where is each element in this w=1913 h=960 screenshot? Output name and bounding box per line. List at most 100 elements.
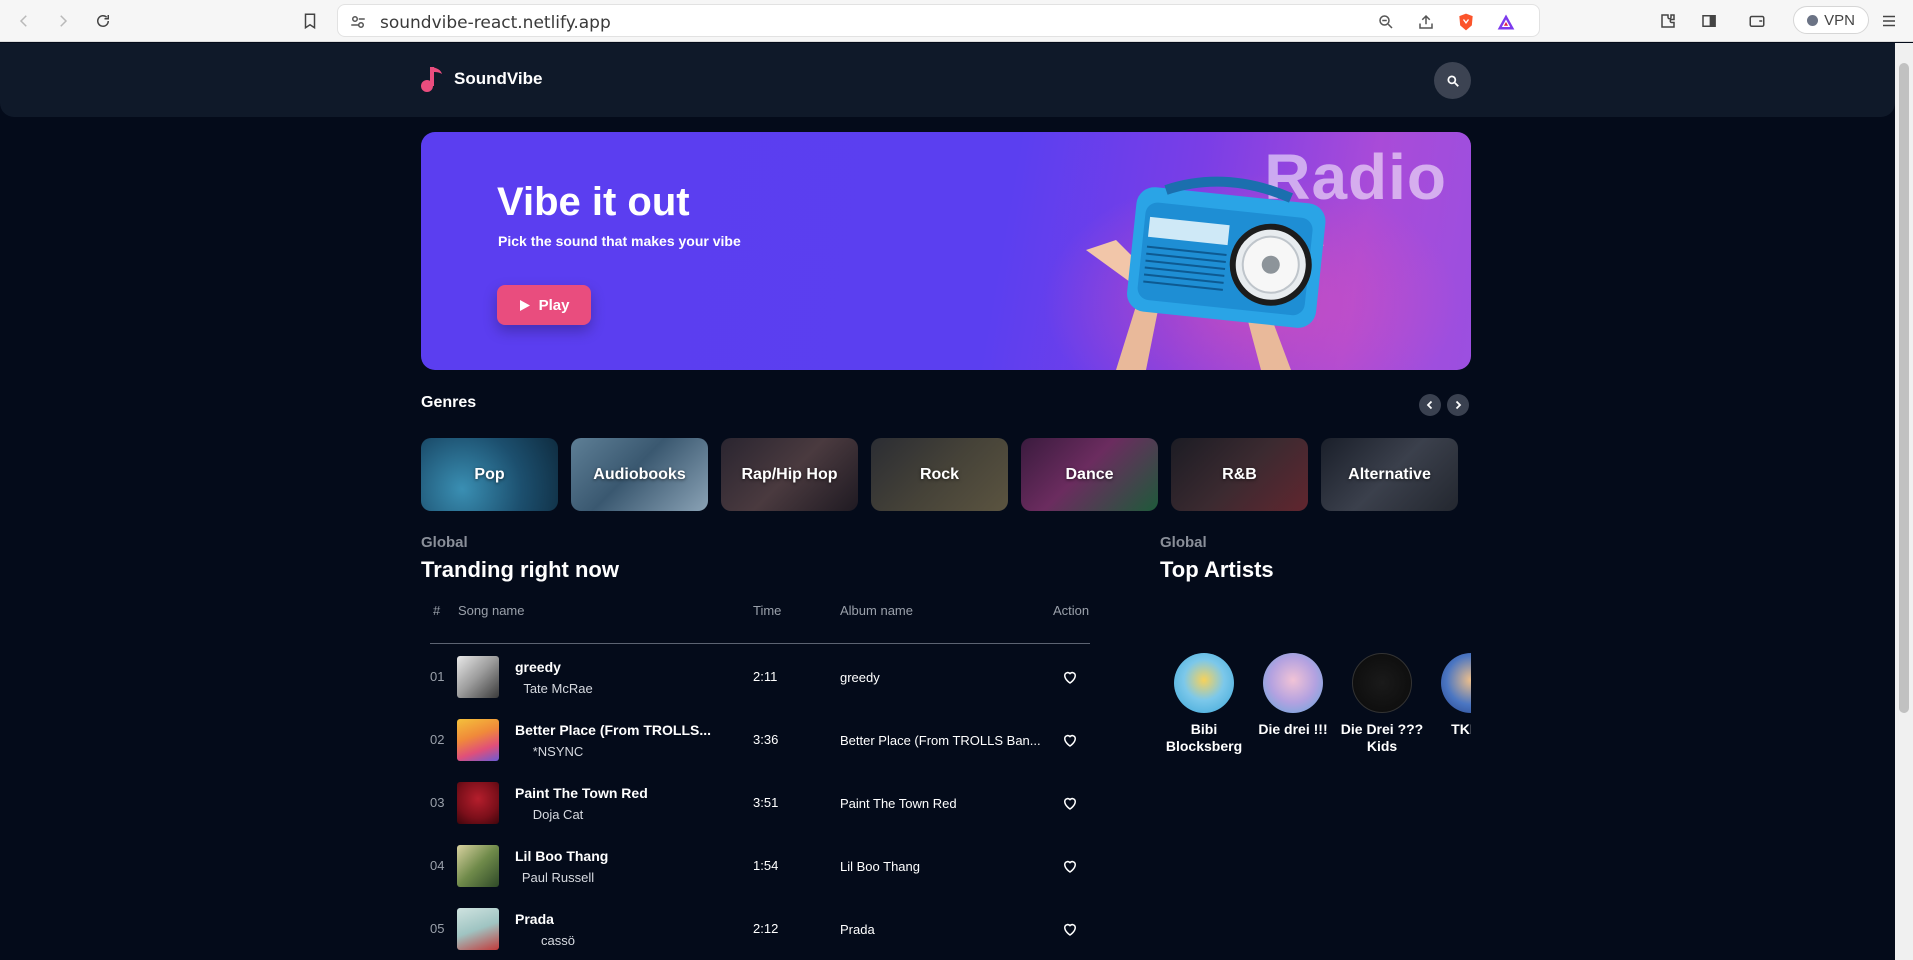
top-artists-carousel: Bibi Blocksberg Die drei !!! Die Drei ??… — [1161, 653, 1471, 763]
extensions-icon[interactable] — [1656, 9, 1680, 33]
track-number: 03 — [430, 795, 445, 810]
heart-icon[interactable] — [1061, 794, 1079, 812]
genres-next-button[interactable] — [1447, 394, 1469, 416]
table-header: # Song name Time Album name Action — [421, 603, 1101, 623]
table-row[interactable]: 01 greedy Tate McRae 2:11 greedy — [421, 652, 1101, 702]
logo-text: SoundVibe — [454, 69, 543, 88]
album-cover — [457, 719, 499, 761]
genre-card-pop[interactable]: Pop — [421, 438, 558, 511]
col-action: Action — [1053, 603, 1090, 618]
track-title[interactable]: greedy — [515, 659, 561, 675]
heart-icon[interactable] — [1061, 731, 1079, 749]
track-artist[interactable]: Paul Russell — [515, 870, 601, 885]
table-row[interactable]: 03 Paint The Town Red Doja Cat 3:51 Pain… — [421, 778, 1101, 828]
track-time: 3:36 — [753, 732, 779, 747]
chevron-left-icon — [1426, 400, 1433, 410]
track-album[interactable]: Better Place (From TROLLS Ban... — [840, 733, 1041, 748]
track-title[interactable]: Prada — [515, 911, 554, 927]
artist-name: TKKG — [1451, 721, 1471, 737]
page-scrollbar[interactable] — [1895, 43, 1913, 960]
music-note-icon — [421, 67, 442, 92]
scrollbar-thumb[interactable] — [1899, 63, 1909, 713]
track-artist[interactable]: Tate McRae — [515, 681, 601, 696]
track-album[interactable]: Prada — [840, 922, 875, 937]
genre-label: Rock — [919, 465, 960, 483]
reload-icon[interactable] — [91, 9, 115, 33]
track-artist[interactable]: cassö — [515, 933, 601, 948]
genre-label: Pop — [474, 465, 505, 483]
vpn-button[interactable]: VPN — [1793, 6, 1869, 34]
track-album[interactable]: greedy — [840, 670, 880, 685]
track-artist[interactable]: *NSYNC — [515, 744, 601, 759]
col-time[interactable]: Time — [753, 603, 781, 618]
brave-rewards-icon[interactable] — [1496, 12, 1516, 32]
wallet-icon[interactable] — [1745, 9, 1769, 33]
track-number: 01 — [430, 669, 445, 684]
sidebar-icon[interactable] — [1697, 9, 1721, 33]
radio-illustration — [1086, 176, 1326, 370]
hero-subtitle: Pick the sound that makes your vibe — [498, 233, 741, 249]
artist-card[interactable]: Die Drei ??? Kids — [1339, 653, 1425, 755]
track-album[interactable]: Lil Boo Thang — [840, 859, 920, 874]
back-icon[interactable] — [12, 9, 36, 33]
track-time: 3:51 — [753, 795, 779, 810]
artist-card[interactable]: Die drei !!! — [1250, 653, 1336, 738]
app-header: SoundVibe — [0, 43, 1895, 117]
track-number: 04 — [430, 858, 445, 873]
track-time: 2:12 — [753, 921, 779, 936]
play-icon — [519, 299, 530, 311]
track-number: 02 — [430, 732, 445, 747]
artists-eyebrow: Global — [1160, 534, 1207, 551]
genre-card-rnb[interactable]: R&B — [1171, 438, 1308, 511]
brave-shield-icon[interactable] — [1456, 12, 1476, 32]
zoom-icon[interactable] — [1376, 12, 1396, 32]
url-text[interactable]: soundvibe-react.netlify.app — [380, 13, 611, 33]
address-bar[interactable]: soundvibe-react.netlify.app — [337, 4, 1540, 37]
genre-label: Alternative — [1348, 465, 1431, 483]
table-row[interactable]: 05 Prada cassö 2:12 Prada — [421, 904, 1101, 954]
hero-title: Vibe it out — [497, 180, 690, 224]
genres-prev-button[interactable] — [1419, 394, 1441, 416]
genre-card-audiobooks[interactable]: Audiobooks — [571, 438, 708, 511]
forward-icon[interactable] — [51, 9, 75, 33]
genre-card-rock[interactable]: Rock — [871, 438, 1008, 511]
artist-name: Die drei !!! — [1258, 721, 1328, 737]
app-logo[interactable]: SoundVibe — [420, 65, 542, 93]
track-title[interactable]: Paint The Town Red — [515, 785, 648, 801]
play-label: Play — [538, 296, 570, 314]
search-button[interactable] — [1434, 62, 1471, 99]
track-title[interactable]: Better Place (From TROLLS... — [515, 722, 711, 738]
artist-name: Die Drei ??? Kids — [1340, 721, 1424, 754]
artist-card[interactable]: Bibi Blocksberg — [1161, 653, 1247, 755]
genre-card-alternative[interactable]: Alternative — [1321, 438, 1458, 511]
genres-heading: Genres — [421, 394, 477, 411]
vpn-label: VPN — [1824, 11, 1855, 29]
genre-carousel: Pop Audiobooks Rap/Hip Hop Rock Dance R&… — [421, 438, 1458, 511]
track-number: 05 — [430, 921, 445, 936]
track-artist[interactable]: Doja Cat — [515, 807, 601, 822]
genre-label: Audiobooks — [593, 465, 686, 483]
site-settings-icon[interactable] — [348, 12, 368, 32]
artist-card[interactable]: TKKG — [1428, 653, 1471, 738]
play-button[interactable]: Play — [497, 285, 591, 325]
genre-card-dance[interactable]: Dance — [1021, 438, 1158, 511]
table-row[interactable]: 04 Lil Boo Thang Paul Russell 1:54 Lil B… — [421, 841, 1101, 891]
heart-icon[interactable] — [1061, 857, 1079, 875]
bookmark-icon[interactable] — [298, 9, 322, 33]
genre-card-rap-hip-hop[interactable]: Rap/Hip Hop — [721, 438, 858, 511]
hero-banner: Radio Vibe it out Pick the sound that ma… — [421, 132, 1471, 370]
track-album[interactable]: Paint The Town Red — [840, 796, 957, 811]
page-viewport: SoundVibe Radio Vibe it out Pick the sou… — [0, 43, 1895, 960]
album-cover — [457, 656, 499, 698]
avatar — [1352, 653, 1412, 713]
share-icon[interactable] — [1416, 12, 1436, 32]
track-title[interactable]: Lil Boo Thang — [515, 848, 608, 864]
heart-icon[interactable] — [1061, 920, 1079, 938]
table-row[interactable]: 02 Better Place (From TROLLS... *NSYNC 3… — [421, 715, 1101, 765]
heart-icon[interactable] — [1061, 668, 1079, 686]
menu-icon[interactable] — [1877, 9, 1901, 33]
col-song[interactable]: Song name — [458, 603, 525, 618]
col-album[interactable]: Album name — [840, 603, 913, 618]
album-cover — [457, 908, 499, 950]
artist-name: Bibi Blocksberg — [1165, 721, 1243, 754]
